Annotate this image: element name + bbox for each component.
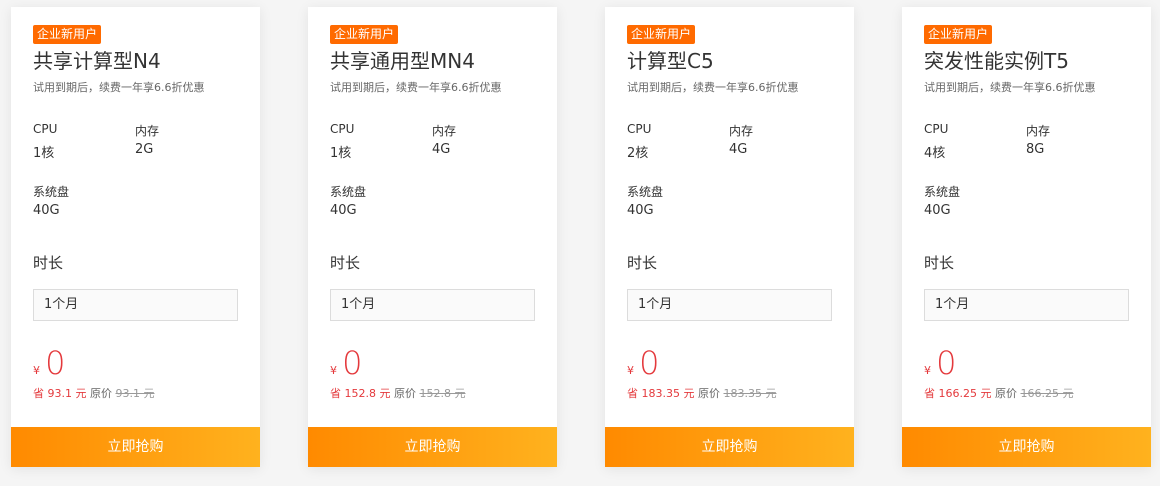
- price-amount: 0: [639, 344, 660, 382]
- price: ¥ 0: [627, 345, 659, 381]
- duration-label: 时长: [33, 254, 64, 272]
- product-card-2: 企业新用户 计算型C5 试用到期后，续费一年享6.6折优惠 CPU 2核 内存 …: [605, 7, 854, 467]
- original-price: 166.25 元: [1020, 387, 1074, 400]
- savings-line: 省 93.1 元 原价 93.1 元: [33, 385, 155, 401]
- cpu-label: CPU: [33, 122, 58, 136]
- buy-now-button[interactable]: 立即抢购: [11, 427, 260, 467]
- memory-value: 4G: [729, 142, 748, 157]
- save-amount: 93.1 元: [47, 387, 87, 400]
- cpu-value: 2核: [627, 146, 649, 161]
- cpu-value: 4核: [924, 146, 946, 161]
- original-price: 152.8 元: [419, 387, 466, 400]
- price-amount: 0: [936, 344, 957, 382]
- renewal-note: 试用到期后，续费一年享6.6折优惠: [33, 81, 205, 94]
- currency-symbol: ¥: [33, 364, 40, 377]
- savings-line: 省 152.8 元 原价 152.8 元: [330, 385, 466, 401]
- price: ¥ 0: [33, 345, 65, 381]
- memory-label: 内存: [1026, 124, 1051, 138]
- save-label: 省: [33, 387, 44, 400]
- original-price: 93.1 元: [115, 387, 155, 400]
- renewal-note: 试用到期后，续费一年享6.6折优惠: [924, 81, 1096, 94]
- enterprise-new-user-badge: 企业新用户: [627, 25, 696, 44]
- original-price-label: 原价: [394, 387, 416, 400]
- duration-select[interactable]: 1个月: [330, 289, 535, 321]
- disk-value: 40G: [330, 203, 357, 218]
- renewal-note: 试用到期后，续费一年享6.6折优惠: [627, 81, 799, 94]
- disk-label: 系统盘: [330, 185, 367, 199]
- disk-label: 系统盘: [924, 185, 961, 199]
- memory-label: 内存: [432, 124, 457, 138]
- disk-value: 40G: [33, 203, 60, 218]
- buy-now-button[interactable]: 立即抢购: [902, 427, 1151, 467]
- disk-value: 40G: [627, 203, 654, 218]
- enterprise-new-user-badge: 企业新用户: [924, 25, 993, 44]
- disk-label: 系统盘: [627, 185, 664, 199]
- memory-label: 内存: [135, 124, 160, 138]
- duration-select[interactable]: 1个月: [924, 289, 1129, 321]
- product-card-0: 企业新用户 共享计算型N4 试用到期后，续费一年享6.6折优惠 CPU 1核 内…: [11, 7, 260, 467]
- duration-select[interactable]: 1个月: [33, 289, 238, 321]
- currency-symbol: ¥: [330, 364, 337, 377]
- cpu-label: CPU: [924, 122, 949, 136]
- savings-line: 省 166.25 元 原价 166.25 元: [924, 385, 1074, 401]
- price-amount: 0: [342, 344, 363, 382]
- product-card-1: 企业新用户 共享通用型MN4 试用到期后，续费一年享6.6折优惠 CPU 1核 …: [308, 7, 557, 467]
- buy-now-button[interactable]: 立即抢购: [605, 427, 854, 467]
- save-amount: 183.35 元: [641, 387, 695, 400]
- product-title: 共享计算型N4: [33, 49, 161, 73]
- price: ¥ 0: [330, 345, 362, 381]
- memory-value: 2G: [135, 142, 154, 157]
- duration-label: 时长: [627, 254, 658, 272]
- price-amount: 0: [45, 344, 66, 382]
- memory-value: 4G: [432, 142, 451, 157]
- enterprise-new-user-badge: 企业新用户: [33, 25, 102, 44]
- original-price-label: 原价: [995, 387, 1017, 400]
- duration-label: 时长: [924, 254, 955, 272]
- memory-value: 8G: [1026, 142, 1045, 157]
- cpu-value: 1核: [33, 146, 55, 161]
- original-price-label: 原价: [698, 387, 720, 400]
- cpu-label: CPU: [627, 122, 652, 136]
- renewal-note: 试用到期后，续费一年享6.6折优惠: [330, 81, 502, 94]
- save-label: 省: [330, 387, 341, 400]
- product-title: 共享通用型MN4: [330, 49, 475, 73]
- currency-symbol: ¥: [627, 364, 634, 377]
- original-price-label: 原价: [90, 387, 112, 400]
- disk-value: 40G: [924, 203, 951, 218]
- product-title: 计算型C5: [627, 49, 714, 73]
- save-amount: 152.8 元: [344, 387, 391, 400]
- save-amount: 166.25 元: [938, 387, 992, 400]
- memory-label: 内存: [729, 124, 754, 138]
- savings-line: 省 183.35 元 原价 183.35 元: [627, 385, 777, 401]
- currency-symbol: ¥: [924, 364, 931, 377]
- cpu-value: 1核: [330, 146, 352, 161]
- disk-label: 系统盘: [33, 185, 70, 199]
- product-card-3: 企业新用户 突发性能实例T5 试用到期后，续费一年享6.6折优惠 CPU 4核 …: [902, 7, 1151, 467]
- buy-now-button[interactable]: 立即抢购: [308, 427, 557, 467]
- save-label: 省: [924, 387, 935, 400]
- save-label: 省: [627, 387, 638, 400]
- enterprise-new-user-badge: 企业新用户: [330, 25, 399, 44]
- duration-label: 时长: [330, 254, 361, 272]
- duration-select[interactable]: 1个月: [627, 289, 832, 321]
- original-price: 183.35 元: [723, 387, 777, 400]
- cpu-label: CPU: [330, 122, 355, 136]
- price: ¥ 0: [924, 345, 956, 381]
- product-title: 突发性能实例T5: [924, 49, 1069, 73]
